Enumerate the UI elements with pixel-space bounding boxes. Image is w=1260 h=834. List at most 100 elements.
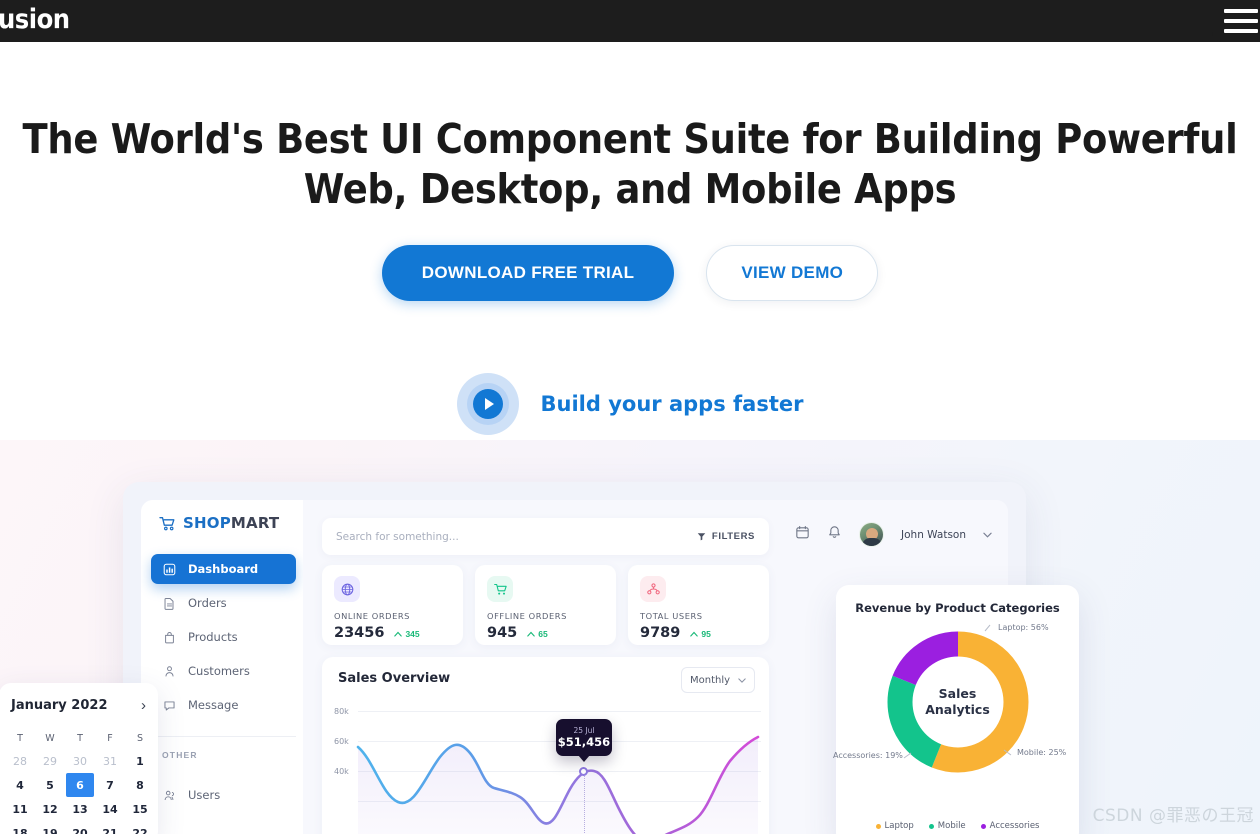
donut-center-line2: Analytics (925, 702, 990, 717)
calendar-dow: T (77, 732, 83, 744)
calendar-day[interactable]: 30 (65, 749, 95, 773)
chevron-right-icon[interactable]: › (141, 698, 146, 713)
calendar-day[interactable]: 28 (5, 749, 35, 773)
play-icon (472, 389, 503, 419)
legend-label: Laptop (884, 821, 914, 831)
legend-dot (875, 823, 881, 829)
donut-label-mobile-text: Mobile: 25% (1017, 748, 1067, 757)
chevron-down-icon[interactable] (983, 532, 992, 538)
sidebar-item-label: Message (188, 698, 239, 712)
calendar-day[interactable]: 14 (95, 797, 125, 821)
legend-item-laptop[interactable]: Laptop (875, 821, 914, 831)
caret-up-icon (394, 631, 403, 637)
filters-label: FILTERS (711, 531, 755, 542)
legend-label: Accessories (989, 821, 1040, 831)
play-triangle (484, 398, 494, 410)
calendar-day-selected[interactable]: 6 (66, 773, 94, 797)
calendar-day[interactable]: 21 (95, 821, 125, 834)
kpi-card-offline-orders[interactable]: OFFLINE ORDERS 945 65 (475, 565, 616, 645)
site-logo[interactable]: usion (0, 4, 70, 35)
bag-icon (162, 630, 176, 644)
donut-center-line1: Sales (938, 686, 977, 702)
logo-mart: MART (230, 514, 280, 532)
person-icon (162, 664, 176, 678)
search-bar[interactable]: Search for something... FILTERS (322, 518, 769, 555)
sidebar-section-label: OTHER (162, 750, 198, 760)
calendar-day[interactable]: 18 (5, 821, 35, 834)
calendar-day[interactable]: 31 (95, 749, 125, 773)
calendar-icon[interactable] (795, 525, 810, 545)
search-input[interactable]: Search for something... (336, 531, 459, 543)
kpi-value: 945 (487, 625, 518, 641)
watermark: CSDN @罪恶の王冠 (1092, 806, 1254, 826)
download-free-trial-button[interactable]: DOWNLOAD FREE TRIAL (381, 245, 675, 301)
kpi-delta: 345 (394, 629, 420, 639)
kpi-delta-value: 345 (405, 629, 420, 639)
avatar[interactable] (859, 522, 885, 547)
sidebar-item-users[interactable]: Users (151, 780, 296, 810)
sidebar-item-orders[interactable]: Orders (151, 588, 296, 618)
donut-chart-title: Revenue by Product Categories (855, 601, 1060, 615)
shopmart-logo[interactable]: SHOPMART (159, 514, 279, 532)
sidebar-item-label: Customers (188, 664, 250, 678)
user-name: John Watson (901, 528, 966, 541)
calendar-day[interactable]: 19 (35, 821, 65, 834)
play-ring (466, 383, 509, 425)
calendar-day[interactable]: 8 (125, 773, 155, 797)
sidebar-nav: Dashboard Orders Products Customers Mess… (151, 554, 296, 724)
bell-icon[interactable] (827, 525, 842, 545)
video-cta-label[interactable]: Build your apps faster (541, 392, 804, 416)
calendar-day[interactable]: 29 (35, 749, 65, 773)
kpi-card-total-users[interactable]: TOTAL USERS 9789 95 (628, 565, 769, 645)
calendar-day[interactable]: 5 (35, 773, 65, 797)
document-icon (162, 596, 176, 610)
sidebar-nav-secondary: Users (151, 780, 296, 814)
view-demo-button[interactable]: VIEW DEMO (706, 245, 879, 301)
kpi-value-row: 23456 345 (334, 625, 451, 641)
calendar-day[interactable]: 7 (95, 773, 125, 797)
kpi-label: ONLINE ORDERS (334, 611, 411, 621)
sidebar-item-label: Dashboard (188, 562, 259, 576)
tooltip-value: $51,456 (557, 735, 611, 749)
legend-item-accessories[interactable]: Accessories (980, 821, 1040, 831)
leader-line (903, 752, 912, 758)
kpi-value: 23456 (334, 625, 385, 641)
kpi-delta-value: 65 (538, 629, 548, 639)
cta-row: DOWNLOAD FREE TRIAL VIEW DEMO (0, 245, 1260, 301)
hamburger-line (1224, 29, 1258, 33)
calendar-dow: F (107, 732, 113, 744)
calendar-day[interactable]: 22 (125, 821, 155, 834)
calendar-day[interactable]: 20 (65, 821, 95, 834)
video-cta-row: Build your apps faster (0, 373, 1260, 435)
calendar-day[interactable]: 12 (35, 797, 65, 821)
hamburger-line (1224, 9, 1258, 13)
sidebar-item-message[interactable]: Message (151, 690, 296, 720)
calendar-day[interactable]: 4 (5, 773, 35, 797)
calendar-day[interactable]: 1 (125, 749, 155, 773)
shopmart-logo-text: SHOPMART (183, 514, 279, 532)
calendar-day[interactable]: 15 (125, 797, 155, 821)
logo-shop: SHOP (183, 514, 231, 532)
kpi-delta: 65 (527, 629, 548, 639)
sidebar-item-label: Products (188, 630, 238, 644)
play-button[interactable] (456, 373, 519, 435)
tooltip-stem (584, 773, 585, 833)
donut-label-laptop: Laptop: 56% (984, 623, 1049, 632)
sidebar-item-customers[interactable]: Customers (151, 656, 296, 686)
legend-item-mobile[interactable]: Mobile (928, 821, 966, 831)
page-title: The World's Best UI Component Suite for … (22, 115, 1238, 214)
sidebar-item-dashboard[interactable]: Dashboard (151, 554, 296, 584)
cart-icon (159, 516, 175, 530)
people-icon (640, 576, 666, 602)
donut-label-laptop-text: Laptop: 56% (998, 623, 1049, 632)
filters-button[interactable]: FILTERS (697, 531, 755, 542)
kpi-card-online-orders[interactable]: ONLINE ORDERS 23456 345 (322, 565, 463, 645)
donut-label-mobile: Mobile: 25% (1003, 748, 1066, 757)
calendar-day[interactable]: 11 (5, 797, 35, 821)
calendar-month-label: January 2022 (11, 698, 108, 713)
sidebar-item-products[interactable]: Products (151, 622, 296, 652)
calendar-day[interactable]: 13 (65, 797, 95, 821)
hamburger-icon[interactable] (1212, 0, 1260, 42)
dashboard-topbar-actions: John Watson (795, 522, 992, 547)
hero-section: The World's Best UI Component Suite for … (0, 42, 1260, 472)
